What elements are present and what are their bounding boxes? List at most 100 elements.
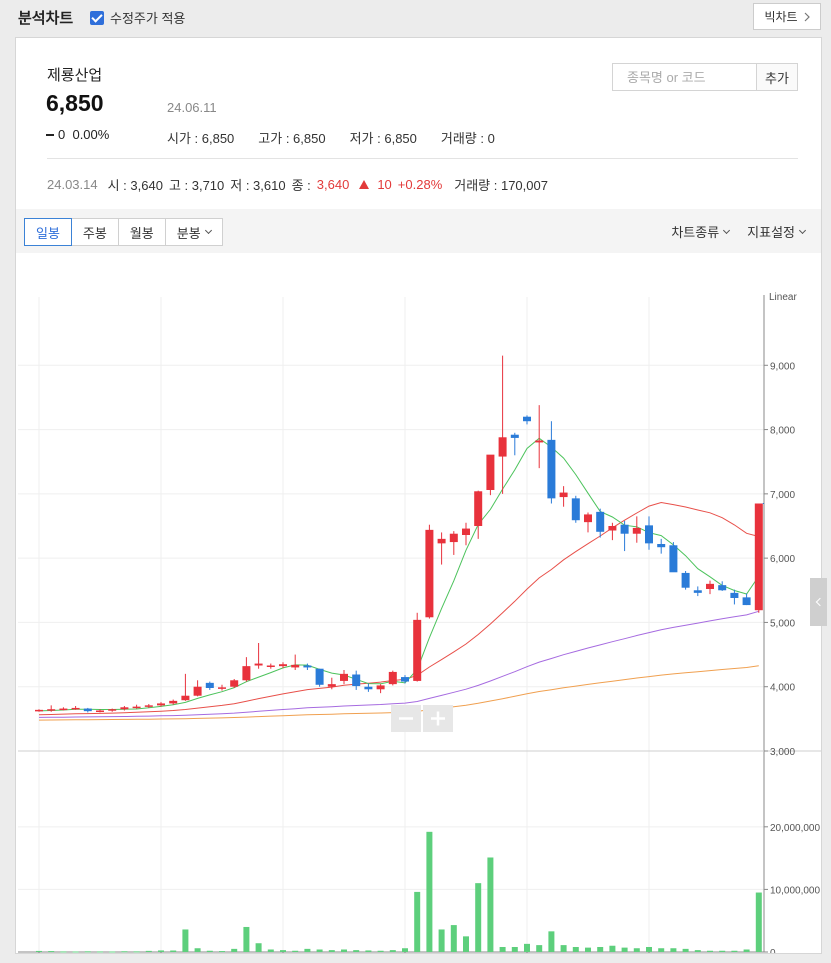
volume-bar	[243, 926, 250, 952]
change-value: 0	[58, 127, 66, 142]
volume-bar	[536, 945, 543, 952]
volume-bar	[48, 951, 55, 953]
chart-tools: 차트종류 지표설정	[671, 222, 807, 241]
chevron-down-icon	[204, 226, 212, 235]
candle-body	[693, 590, 702, 593]
hover-open: 시 : 3,640	[107, 178, 163, 193]
high-price: 고가 : 6,850	[258, 131, 326, 146]
volume-bar	[585, 947, 591, 952]
volume-bar	[36, 950, 42, 952]
volume-bar	[389, 950, 396, 952]
volume-bar	[365, 950, 372, 952]
volume-bar	[524, 943, 530, 952]
ohlc-summary: 시가 : 6,850 고가 : 6,850 저가 : 6,850 거래량 : 0	[167, 128, 495, 147]
candle-body	[181, 695, 190, 701]
candle-body	[169, 700, 178, 704]
candle-body	[559, 492, 568, 498]
volume-bar	[304, 948, 311, 952]
volume-bar	[328, 950, 335, 952]
candle-body	[645, 525, 653, 544]
candle-body	[120, 707, 129, 710]
volume-bar	[280, 950, 286, 952]
chevron-down-icon	[723, 226, 731, 234]
volume-bar	[292, 950, 299, 952]
candle-body	[486, 454, 495, 490]
volume-bar	[206, 950, 213, 952]
adjusted-price-toggle[interactable]: 수정주가 적용	[90, 8, 185, 27]
up-triangle-icon	[359, 180, 370, 189]
volume-bar	[84, 951, 91, 953]
candle-body	[242, 666, 251, 681]
candle-body	[327, 684, 336, 687]
volume-bar	[133, 951, 140, 953]
candle-body	[340, 673, 348, 681]
period-toolbar: 일봉 주봉 월봉 분봉 차트종류 지표설정	[16, 209, 821, 253]
search-input[interactable]	[612, 63, 757, 91]
candle-body	[315, 668, 324, 685]
ma5-line	[38, 437, 760, 712]
candle-body	[132, 706, 141, 709]
chevron-down-icon	[798, 226, 807, 234]
candle-body	[608, 526, 617, 531]
tab-daily[interactable]: 일봉	[24, 218, 72, 246]
candle-body	[523, 416, 531, 422]
candle-body	[498, 437, 507, 457]
candle-body	[510, 434, 519, 438]
volume-bar	[670, 948, 677, 952]
candle-body	[754, 503, 763, 611]
candle-body	[584, 514, 592, 523]
volume-bar	[450, 925, 457, 952]
volume-bar	[511, 946, 518, 952]
volume-bar	[341, 949, 347, 952]
add-button[interactable]: 추가	[757, 63, 798, 91]
candle-body	[266, 665, 275, 667]
price-tick-label: 3,000	[770, 747, 795, 758]
price-tick-label: 7,000	[770, 490, 795, 501]
tab-minute[interactable]: 분봉	[164, 218, 223, 246]
candle-body	[205, 682, 214, 688]
indicator-settings-dropdown[interactable]: 지표설정	[747, 222, 807, 241]
candle-body	[571, 498, 580, 521]
candle-body	[657, 544, 666, 548]
candle-body	[83, 708, 92, 712]
candle-body	[388, 671, 397, 685]
period-tabs: 일봉 주봉 월봉 분봉	[24, 218, 223, 246]
volume-bar	[633, 948, 640, 952]
volume-tick-label: 20,000,000	[770, 823, 820, 834]
volume-bar	[109, 951, 116, 953]
volume-bar	[743, 949, 750, 952]
candle-body	[279, 664, 287, 667]
volume-bar	[170, 950, 177, 952]
bigchart-button[interactable]: 빅차트	[753, 3, 821, 30]
chart-type-dropdown[interactable]: 차트종류	[671, 222, 731, 241]
volume-bar	[438, 929, 445, 952]
candle-body	[413, 619, 422, 681]
candle-body	[596, 511, 605, 532]
tab-monthly[interactable]: 월봉	[117, 218, 166, 246]
volume-bar	[377, 950, 384, 952]
volume-bar	[145, 950, 152, 952]
chart-panel: 제룡산업 6,850 24.06.11 0 0.00% 시가 : 6,850 고…	[15, 37, 822, 954]
candle-body	[376, 685, 385, 690]
volume-bar	[414, 891, 421, 952]
candle-body	[230, 680, 239, 687]
zoom-control[interactable]	[391, 705, 453, 732]
hover-close: 3,640	[316, 177, 350, 192]
candle-body	[632, 527, 641, 534]
collapse-panel-handle[interactable]	[810, 578, 827, 626]
candle-body	[47, 709, 56, 711]
stock-chart[interactable]: Linear 3,000 4,000 5,000 6,000 7,000 8,000 9,00…	[16, 253, 821, 953]
top-bar: 분석차트 수정주가 적용 빅차트	[0, 0, 831, 32]
tab-weekly[interactable]: 주봉	[70, 218, 119, 246]
checkbox-checked-icon[interactable]	[90, 10, 104, 25]
volume-bar	[194, 948, 201, 952]
stock-date: 24.06.11	[167, 100, 217, 115]
adjusted-price-label: 수정주가 적용	[110, 11, 186, 26]
candle-body	[474, 491, 483, 526]
candle-body	[681, 572, 690, 588]
hover-change-percent: +0.28%	[397, 177, 443, 192]
volume-bar	[231, 948, 238, 952]
candle-body	[547, 439, 556, 499]
hover-high: 고 : 3,710	[168, 178, 225, 193]
volume-bar	[572, 946, 579, 952]
